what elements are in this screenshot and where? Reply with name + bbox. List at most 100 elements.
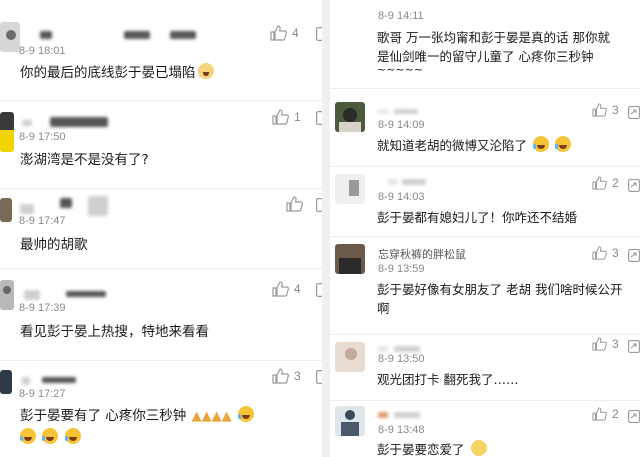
- share-icon: [628, 410, 640, 423]
- share-button[interactable]: [628, 247, 640, 266]
- like-count: 4: [294, 282, 301, 296]
- avatar[interactable]: [0, 370, 12, 394]
- laugh-cry-emoji-icon: [64, 428, 81, 444]
- blurred-username: [20, 204, 34, 214]
- comment-time: 8-9 17:50: [19, 131, 66, 143]
- avatar[interactable]: [335, 244, 365, 274]
- share-icon: [628, 106, 640, 119]
- thumbs-up-icon: [592, 337, 607, 351]
- like-count: 3: [612, 246, 619, 260]
- share-button[interactable]: [628, 408, 640, 427]
- share-button[interactable]: [628, 104, 640, 123]
- avatar[interactable]: [335, 406, 365, 436]
- blurred-username: [24, 290, 40, 300]
- comment-text: 观光团打卡 翻死我了……: [377, 372, 519, 387]
- blurred-username: [50, 117, 108, 127]
- like-count: 4: [292, 26, 299, 40]
- blurred-username: [378, 109, 388, 114]
- comment-time: 8-9 17:39: [19, 302, 66, 314]
- like-button[interactable]: 3: [592, 337, 619, 351]
- thumbs-up-icon: [272, 109, 289, 125]
- blurred-username: [402, 179, 426, 185]
- comment-time: 8-9 13:59: [378, 263, 425, 275]
- laugh-cry-emoji-icon: [237, 406, 254, 422]
- thumbs-up-icon: [592, 176, 607, 190]
- like-count: 3: [294, 369, 301, 383]
- avatar[interactable]: [0, 112, 14, 152]
- comment-item: 8-9 13:48 彭于晏要恋爱了 2: [330, 400, 640, 457]
- thumbs-up-icon: [592, 103, 607, 117]
- blurred-username: [88, 196, 108, 216]
- comment-time: 8-9 14:09: [378, 119, 425, 131]
- like-button[interactable]: 2: [592, 407, 619, 421]
- blurred-username: [394, 412, 420, 418]
- comment-item: 8-9 17:47 最帅的胡歌: [0, 188, 322, 268]
- laugh-cry-emoji-icon: [20, 428, 36, 444]
- comment-time: 8-9 17:27: [19, 388, 66, 400]
- like-count: 2: [612, 407, 619, 421]
- blurred-username: [66, 291, 106, 297]
- share-icon: [628, 340, 640, 353]
- like-button[interactable]: [286, 196, 303, 212]
- comment-item: 8-9 17:27 彭于晏要有了 心疼你三秒钟 ▲▲▲▲ 3: [0, 360, 322, 457]
- avatar[interactable]: [0, 280, 14, 310]
- sad-face-emoji-icon: [470, 440, 487, 456]
- like-button[interactable]: 4: [272, 281, 301, 297]
- laugh-cry-emoji-icon: [554, 136, 571, 152]
- comment-time: 8-9 18:01: [19, 45, 66, 57]
- avatar[interactable]: [0, 198, 12, 222]
- avatar[interactable]: [0, 22, 20, 52]
- avatar[interactable]: [335, 174, 365, 204]
- thumbs-up-icon: [286, 196, 303, 212]
- blurred-username: [60, 198, 72, 208]
- thumbs-up-icon: [592, 246, 607, 260]
- thumbs-up-icon: [272, 368, 289, 384]
- like-count: 2: [612, 176, 619, 190]
- like-count: 3: [612, 103, 619, 117]
- comment-text: 歌哥 万一张均甯和彭于晏是真的话 那你就: [377, 30, 610, 45]
- comment-text: 彭于晏要有了 心疼你三秒钟 ▲▲▲▲: [20, 406, 254, 427]
- blurred-username: [378, 412, 388, 418]
- blurred-username: [378, 346, 388, 352]
- comment-text: 你的最后的底线彭于晏已塌陷: [20, 63, 214, 83]
- comment-item: 8-9 17:39 看见彭于晏上热搜，特地来看看 4: [0, 268, 322, 360]
- right-comment-list: 8-9 14:11 歌哥 万一张均甯和彭于晏是真的话 那你就 是仙剑唯一的留守儿…: [330, 0, 640, 457]
- like-count: 1: [294, 110, 301, 124]
- blurred-username: [124, 31, 150, 39]
- comment-item: 8-9 14:03 彭于晏都有媳妇儿了！你咋还不结婚 2: [330, 166, 640, 236]
- blurred-username: [388, 179, 398, 185]
- like-button[interactable]: 3: [592, 103, 619, 117]
- thumbs-up-icon: [592, 407, 607, 421]
- emoji-row: [20, 428, 81, 448]
- blurred-username: [394, 346, 420, 352]
- share-icon: [628, 179, 640, 192]
- share-button[interactable]: [628, 177, 640, 196]
- like-button[interactable]: 3: [272, 368, 301, 384]
- comment-time: 8-9 13:48: [378, 424, 425, 436]
- left-comment-list: 8-9 18:01 你的最后的底线彭于晏已塌陷 4 8-9 17:50 澎湖湾是…: [0, 0, 322, 457]
- username[interactable]: 忘穿秋裤的胖松鼠: [378, 246, 466, 262]
- like-count: 3: [612, 337, 619, 351]
- blurred-username: [42, 377, 76, 383]
- comment-item: 忘穿秋裤的胖松鼠 8-9 13:59 彭于晏好像有女朋友了 老胡 我们啥时候公开…: [330, 236, 640, 334]
- thumbs-up-icon: [270, 25, 287, 41]
- blurred-username: [170, 31, 196, 39]
- comment-text: 彭于晏要恋爱了: [377, 440, 487, 457]
- comment-item: 8-9 14:09 就知道老胡的微博又沦陷了 3: [330, 88, 640, 166]
- comment-text: 就知道老胡的微博又沦陷了: [377, 136, 571, 156]
- pray-emoji-icon: ▲▲▲▲: [191, 409, 232, 424]
- avatar[interactable]: [335, 342, 365, 372]
- share-icon: [628, 249, 640, 262]
- avatar[interactable]: [335, 102, 365, 132]
- like-button[interactable]: 3: [592, 246, 619, 260]
- doge-emoji-icon: [197, 63, 214, 79]
- share-button[interactable]: [628, 338, 640, 357]
- comment-time: 8-9 13:50: [378, 353, 425, 365]
- comment-item: 8-9 14:11 歌哥 万一张均甯和彭于晏是真的话 那你就 是仙剑唯一的留守儿…: [330, 0, 640, 88]
- comment-text: 啊: [377, 301, 390, 316]
- like-button[interactable]: 4: [270, 25, 299, 41]
- like-button[interactable]: 2: [592, 176, 619, 190]
- comment-time: 8-9 14:11: [378, 10, 424, 22]
- comment-time: 8-9 14:03: [378, 191, 425, 203]
- like-button[interactable]: 1: [272, 109, 301, 125]
